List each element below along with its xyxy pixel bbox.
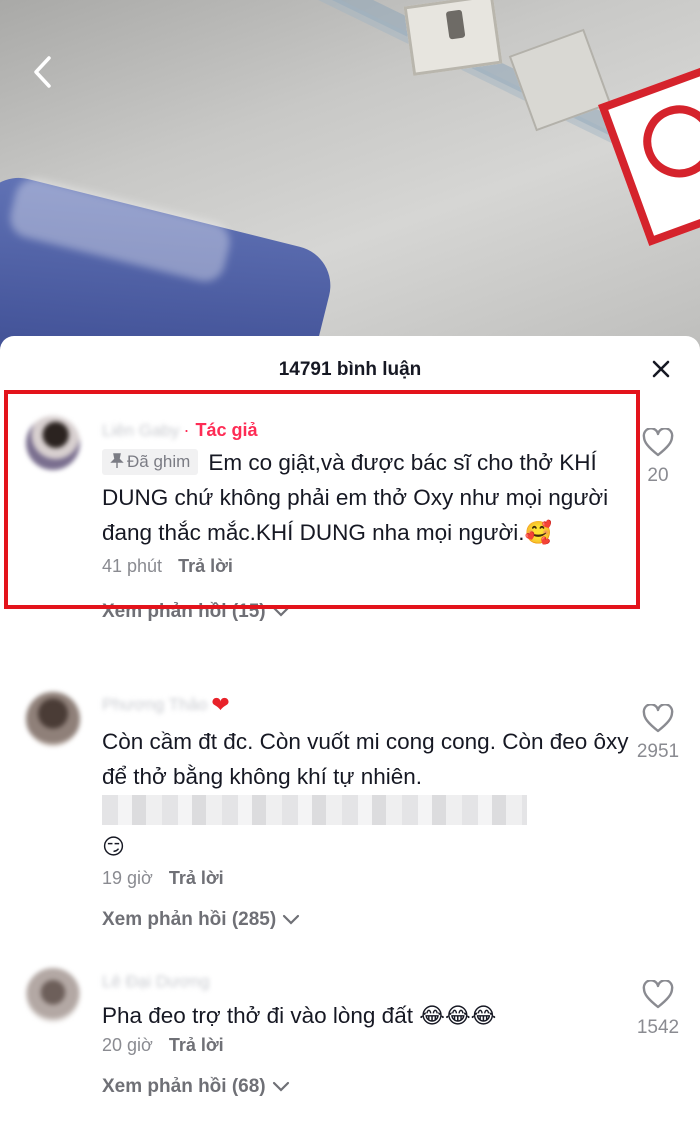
comment-time: 20 giờ bbox=[102, 1035, 153, 1055]
chevron-down-icon bbox=[272, 606, 289, 617]
pinned-label: Đã ghim bbox=[127, 452, 191, 471]
heart-outline-icon bbox=[642, 427, 674, 457]
chevron-down-icon bbox=[272, 1081, 289, 1092]
avatar[interactable] bbox=[26, 416, 80, 470]
like-count: 1542 bbox=[636, 1017, 680, 1038]
like-count: 2951 bbox=[636, 741, 680, 762]
back-button[interactable] bbox=[22, 50, 62, 94]
chevron-left-icon bbox=[34, 56, 51, 88]
view-replies-button[interactable]: Xem phản hồi (285) bbox=[102, 909, 632, 931]
username[interactable]: Lê Đại Dương bbox=[102, 972, 210, 992]
avatar[interactable] bbox=[26, 968, 80, 1022]
video-background bbox=[0, 0, 700, 360]
author-badge: Tác giả bbox=[195, 420, 258, 440]
view-replies-label: Xem phản hồi (15) bbox=[102, 601, 266, 622]
like-button[interactable]: 20 bbox=[630, 427, 686, 487]
pin-icon bbox=[110, 453, 124, 468]
like-button[interactable]: 1542 bbox=[630, 979, 686, 1039]
view-replies-button[interactable]: Xem phản hồi (15) bbox=[102, 601, 632, 623]
wall-outlet bbox=[403, 0, 503, 76]
reply-button[interactable]: Trả lời bbox=[178, 556, 233, 576]
heart-outline-icon bbox=[642, 703, 674, 733]
comment-body: Pha đeo trợ thở đi vào lòng đất bbox=[102, 1003, 413, 1028]
pinned-badge: Đã ghim bbox=[102, 449, 199, 475]
like-button[interactable]: 2951 bbox=[630, 703, 686, 763]
emoji: 😂😂😂 bbox=[419, 1003, 497, 1028]
comment-text: Còn cầm đt đc. Còn vuốt mi cong cong. Cò… bbox=[102, 724, 632, 864]
username[interactable]: Phương Thảo bbox=[102, 695, 207, 715]
avatar[interactable] bbox=[26, 692, 80, 746]
no-smoking-sign bbox=[597, 64, 700, 246]
separator-dot: · bbox=[183, 420, 190, 440]
username[interactable]: Liên Gaby bbox=[102, 421, 180, 441]
view-replies-button[interactable]: Xem phản hồi (68) bbox=[102, 1076, 632, 1098]
view-replies-label: Xem phản hồi (285) bbox=[102, 909, 277, 930]
comment-time: 19 giờ bbox=[102, 868, 153, 888]
sheet-header: 14791 bình luận bbox=[0, 336, 700, 402]
close-button[interactable] bbox=[648, 356, 674, 382]
view-replies-label: Xem phản hồi (68) bbox=[102, 1076, 266, 1097]
emoji: 😏 bbox=[102, 834, 125, 859]
chevron-down-icon bbox=[283, 914, 300, 925]
reply-button[interactable]: Trả lời bbox=[169, 868, 224, 888]
comment-text: Đã ghim Em co giật,và được bác sĩ cho thở… bbox=[102, 445, 632, 550]
heart-emoji: ❤ bbox=[211, 692, 230, 717]
censored-text bbox=[102, 795, 527, 825]
emoji: 🥰 bbox=[524, 520, 552, 545]
comment-body: Còn cầm đt đc. Còn vuốt mi cong cong. Cò… bbox=[102, 729, 629, 789]
like-count: 20 bbox=[647, 465, 669, 486]
comment-time: 41 phút bbox=[102, 556, 163, 576]
reply-button[interactable]: Trả lời bbox=[169, 1035, 224, 1055]
comment-count-title: 14791 bình luận bbox=[278, 359, 422, 380]
heart-outline-icon bbox=[642, 979, 674, 1009]
close-icon bbox=[652, 360, 670, 378]
comment-text: Pha đeo trợ thở đi vào lòng đất 😂😂😂 bbox=[102, 998, 632, 1033]
